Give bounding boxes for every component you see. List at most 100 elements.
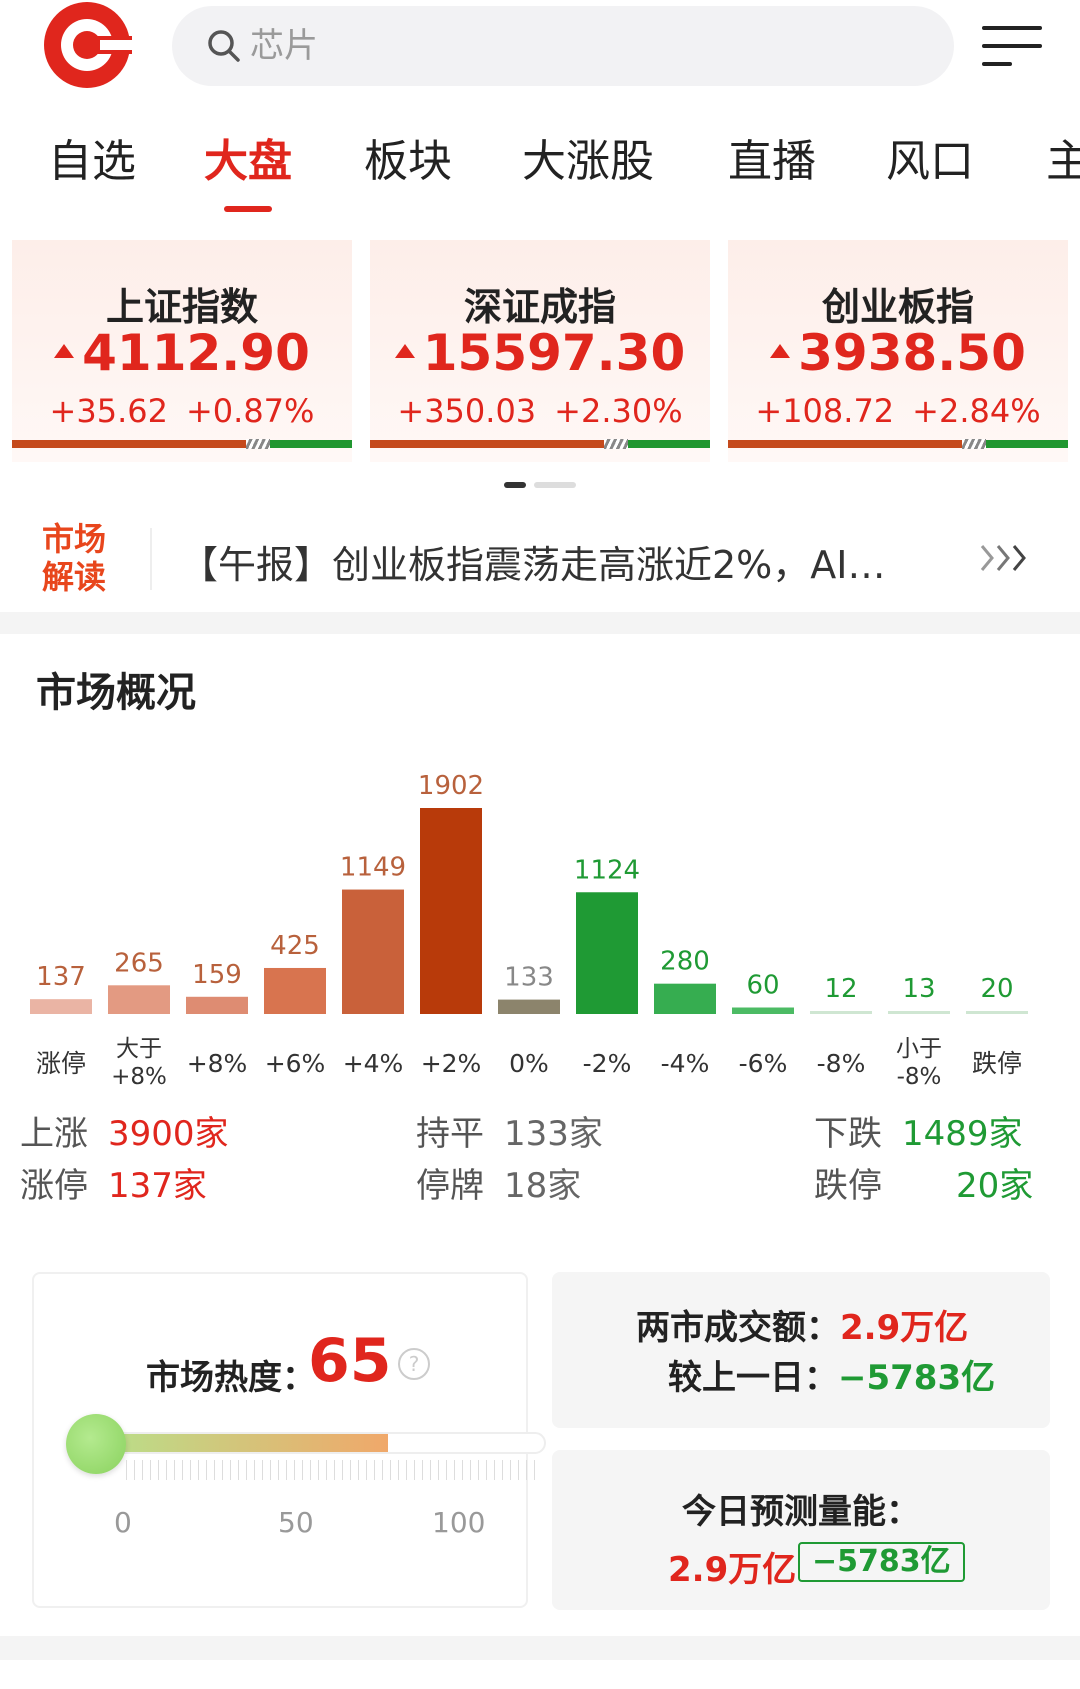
forecast-card: 今日预测量能： 2.9万亿 −5783亿 bbox=[552, 1450, 1050, 1610]
divider bbox=[150, 528, 152, 590]
up-arrow-icon bbox=[770, 344, 791, 358]
chart-category-label: +2% bbox=[421, 1049, 482, 1078]
chart-category-label: +6% bbox=[265, 1049, 326, 1078]
carousel-dots bbox=[504, 482, 576, 488]
turnover-card: 两市成交额：2.9万亿 较上一日：−5783亿 bbox=[552, 1272, 1050, 1428]
chart-category-label: +8% bbox=[187, 1049, 248, 1078]
active-tab-indicator bbox=[224, 206, 272, 212]
chart-bar bbox=[810, 1011, 872, 1014]
index-price: 4112.90 bbox=[12, 324, 352, 382]
breadth-bar bbox=[12, 439, 352, 449]
chart-value-label: 60 bbox=[746, 971, 779, 1001]
stat-limit-down: 跌停 20家 bbox=[814, 1166, 1034, 1206]
index-change: +108.72 +2.84% bbox=[755, 392, 1041, 430]
index-change: +35.62 +0.87% bbox=[49, 392, 315, 430]
chart-value-label: 265 bbox=[114, 948, 164, 978]
heat-label: 市场热度： bbox=[146, 1358, 316, 1398]
stat-flat: 持平 133家 bbox=[416, 1114, 603, 1154]
chart-category-label: -8% bbox=[897, 1064, 942, 1090]
index-name: 上证指数 bbox=[105, 285, 258, 329]
up-arrow-icon bbox=[394, 344, 415, 358]
chart-value-label: 1149 bbox=[340, 853, 406, 883]
menu-icon[interactable] bbox=[982, 24, 1042, 68]
chart-bar bbox=[108, 985, 170, 1014]
tab-watchlist[interactable]: 自选 bbox=[48, 134, 136, 190]
chart-category-label: -2% bbox=[583, 1049, 632, 1078]
heat-value: 65 bbox=[308, 1326, 392, 1396]
chart-category-label: 小于 bbox=[896, 1036, 942, 1062]
turnover-row: 两市成交额：2.9万亿 bbox=[636, 1308, 969, 1348]
interp-headline[interactable]: 【午报】创业板指震荡走高涨近2%，AI… bbox=[180, 534, 886, 589]
tab-live[interactable]: 直播 bbox=[728, 134, 816, 190]
app-header: 芯片 bbox=[0, 0, 1080, 100]
heat-scale-max: 100 bbox=[432, 1506, 486, 1539]
distribution-chart: 137 涨停 265 大于 +8% 159 +8% 425 +6% 1149 +4% 1902 +2% 1… bbox=[0, 730, 1080, 1100]
heat-gauge-knob bbox=[66, 1414, 126, 1474]
chart-bar bbox=[888, 1011, 950, 1014]
turnover-compare-row: 较上一日：−5783亿 bbox=[668, 1358, 996, 1398]
chart-category-label: +8% bbox=[111, 1064, 167, 1090]
tab-bar: 自选 大盘 板块 大涨股 直播 风口 主 bbox=[0, 110, 1080, 220]
distribution-chart-svg: 137涨停265大于+8%159+8%425+6%1149+4%1902+2%1… bbox=[30, 771, 1028, 1090]
chart-category-label: -4% bbox=[661, 1049, 710, 1078]
chart-category-label: 涨停 bbox=[36, 1049, 86, 1078]
index-change: +350.03 +2.30% bbox=[397, 392, 683, 430]
chart-bar bbox=[264, 967, 326, 1014]
chart-bar bbox=[576, 892, 638, 1014]
heat-scale-min: 0 bbox=[114, 1506, 132, 1539]
chart-value-label: 13 bbox=[902, 974, 935, 1004]
index-card-chinext[interactable]: 创业板指 3938.50 +108.72 +2.84% bbox=[728, 240, 1068, 462]
app-logo[interactable] bbox=[42, 0, 132, 90]
index-card-shenzhen[interactable]: 深证成指 15597.30 +350.03 +2.30% bbox=[370, 240, 710, 462]
section-gap bbox=[0, 1636, 1080, 1660]
chart-value-label: 12 bbox=[824, 974, 857, 1004]
chart-value-label: 280 bbox=[660, 947, 710, 977]
chart-bar bbox=[30, 999, 92, 1014]
chart-bar bbox=[420, 808, 482, 1014]
index-price: 15597.30 bbox=[370, 324, 710, 382]
overview-title: 市场概况 bbox=[36, 670, 196, 716]
chart-bar bbox=[498, 999, 560, 1014]
stat-down: 下跌 1489家 bbox=[814, 1114, 1023, 1154]
chart-category-label: -6% bbox=[739, 1049, 788, 1078]
chart-value-label: 159 bbox=[192, 960, 242, 990]
tab-sectors[interactable]: 板块 bbox=[364, 134, 452, 190]
tab-themes[interactable]: 主 bbox=[1046, 134, 1080, 190]
search-placeholder: 芯片 bbox=[250, 26, 318, 66]
tab-top-gainers[interactable]: 大涨股 bbox=[522, 134, 654, 190]
tab-market[interactable]: 大盘 bbox=[204, 134, 292, 190]
chart-category-label: -8% bbox=[817, 1049, 866, 1078]
stat-up: 上涨 3900家 bbox=[20, 1114, 229, 1154]
chart-category-label: 0% bbox=[509, 1049, 549, 1078]
breadth-bar bbox=[370, 439, 710, 449]
forecast-label: 今日预测量能： bbox=[682, 1492, 920, 1532]
chart-value-label: 137 bbox=[36, 962, 86, 992]
more-arrows-icon[interactable] bbox=[978, 540, 1034, 576]
heat-gauge-fill bbox=[98, 1434, 388, 1452]
chart-category-label: 跌停 bbox=[972, 1049, 1022, 1078]
chart-bar bbox=[966, 1011, 1028, 1014]
forecast-diff-badge: −5783亿 bbox=[798, 1542, 965, 1582]
index-price: 3938.50 bbox=[728, 324, 1068, 382]
heat-gauge-track bbox=[96, 1432, 546, 1454]
market-heat-card: 市场热度： 65 ? 0 50 100 bbox=[32, 1272, 546, 1608]
chart-bar bbox=[342, 889, 404, 1014]
tab-trends[interactable]: 风口 bbox=[886, 134, 974, 190]
chart-value-label: 425 bbox=[270, 931, 320, 961]
market-interpretation[interactable]: 市场 解读 【午报】创业板指震荡走高涨近2%，AI… bbox=[0, 510, 1080, 610]
search-bar[interactable]: 芯片 bbox=[172, 6, 954, 86]
breadth-bar bbox=[728, 439, 1068, 449]
chart-value-label: 133 bbox=[504, 963, 554, 993]
chart-value-label: 20 bbox=[980, 974, 1013, 1004]
heat-scale-mid: 50 bbox=[278, 1506, 314, 1539]
search-icon bbox=[208, 30, 240, 62]
stat-halted: 停牌 18家 bbox=[416, 1166, 582, 1206]
section-gap bbox=[0, 612, 1080, 634]
index-name: 创业板指 bbox=[821, 285, 974, 329]
index-card-shanghai[interactable]: 上证指数 4112.90 +35.62 +0.87% bbox=[12, 240, 352, 462]
help-icon[interactable]: ? bbox=[398, 1348, 430, 1380]
up-arrow-icon bbox=[54, 344, 75, 358]
stat-limit-up: 涨停 137家 bbox=[20, 1166, 207, 1206]
chart-category-label: +4% bbox=[343, 1049, 404, 1078]
index-cards: 上证指数 4112.90 +35.62 +0.87% 深证成指 15597.30 … bbox=[0, 240, 1080, 470]
